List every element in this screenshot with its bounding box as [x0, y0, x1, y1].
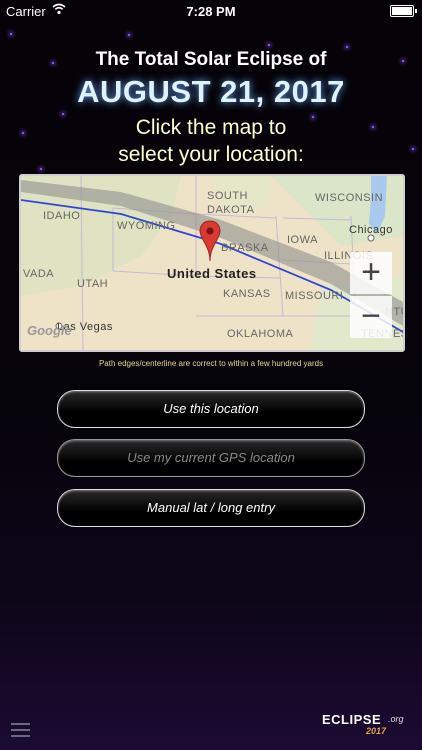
- zoom-out-button[interactable]: −: [350, 296, 392, 338]
- battery-icon: [390, 5, 417, 17]
- use-gps-location-button[interactable]: Use my current GPS location: [57, 439, 365, 477]
- map-label-wisconsin: WISCONSIN: [315, 192, 384, 204]
- hamburger-menu-icon[interactable]: [11, 723, 30, 741]
- zoom-in-button[interactable]: +: [350, 252, 392, 294]
- star-decoration: [346, 46, 348, 48]
- clock: 7:28 PM: [186, 4, 236, 19]
- logo-year: 2017: [366, 726, 387, 736]
- star-decoration: [62, 113, 64, 115]
- map-label-nevada: VADA: [23, 268, 55, 280]
- logo-word: ECLIPSE: [322, 712, 382, 727]
- map-label-south-dakota-1: SOUTH: [207, 190, 248, 202]
- status-bar: Carrier 7:28 PM: [0, 0, 422, 22]
- star-decoration: [128, 34, 130, 36]
- map-label-chicago: Chicago: [349, 224, 393, 236]
- title-line: The Total Solar Eclipse of: [95, 49, 327, 70]
- path-accuracy-note: Path edges/centerline are correct to wit…: [98, 359, 324, 368]
- star-decoration: [268, 44, 270, 46]
- map-label-oklahoma: OKLAHOMA: [227, 328, 294, 340]
- star-decoration: [10, 33, 12, 35]
- map-label-south-dakota-2: DAKOTA: [207, 204, 255, 216]
- map-label-utah: UTAH: [77, 278, 109, 290]
- map-label-wyoming: WYOMING: [117, 220, 176, 232]
- instruction-line-2: select your location:: [118, 143, 304, 166]
- use-this-location-button[interactable]: Use this location: [57, 390, 365, 428]
- map-label-idaho: IDAHO: [43, 210, 81, 222]
- map-label-country: United States: [167, 266, 257, 281]
- instruction-line-1: Click the map to: [135, 116, 287, 139]
- eclipse-org-logo: ECLIPSE .org 2017: [322, 708, 408, 740]
- eclipse-path-map[interactable]: IDAHO WYOMING SOUTH DAKOTA WISCONSIN BRA…: [19, 174, 405, 352]
- location-pin-icon[interactable]: [199, 220, 221, 262]
- map-label-iowa: IOWA: [287, 234, 318, 246]
- map-label-kansas: KANSAS: [223, 288, 271, 300]
- logo-suffix: .org: [388, 714, 404, 724]
- eclipse-date: AUGUST 21, 2017: [77, 74, 345, 109]
- map-label-nebraska: BRASKA: [221, 242, 269, 254]
- google-attribution[interactable]: Google: [27, 323, 72, 338]
- map-label-missouri: MISSOURI: [285, 290, 344, 302]
- star-decoration: [40, 168, 42, 170]
- manual-lat-long-button[interactable]: Manual lat / long entry: [57, 489, 365, 527]
